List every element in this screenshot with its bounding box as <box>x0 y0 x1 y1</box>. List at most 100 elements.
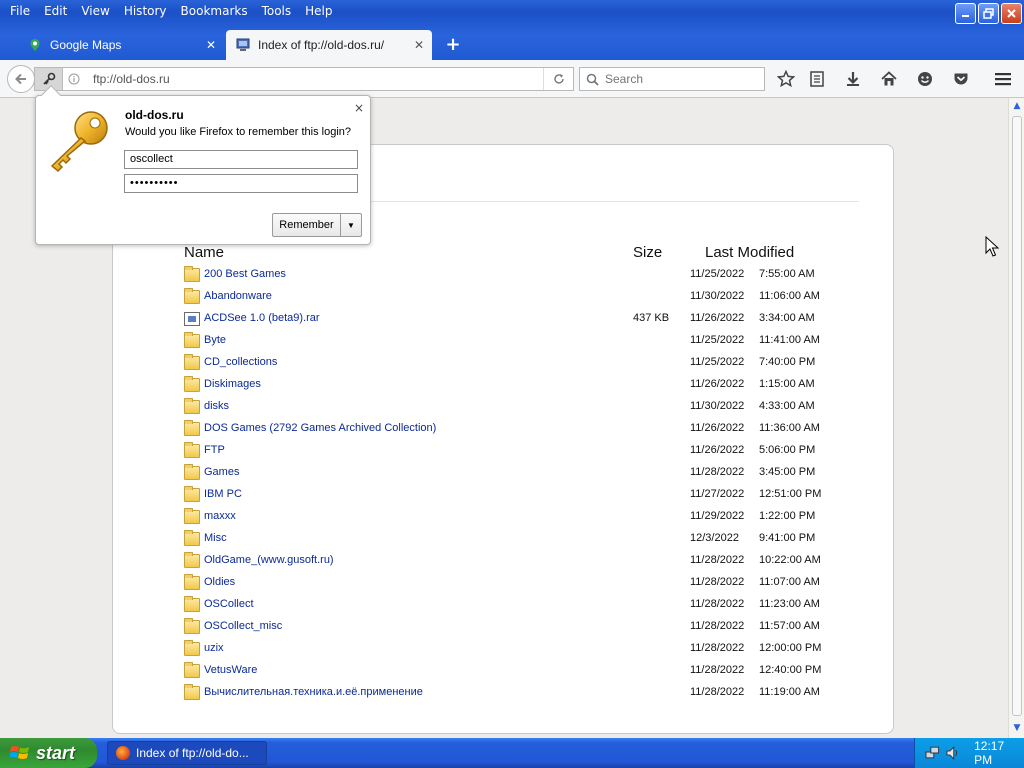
modified-time: 11:41:00 AM <box>759 334 820 346</box>
site-info-icon[interactable] <box>63 68 85 90</box>
scrollbar-thumb[interactable] <box>1012 116 1022 716</box>
modified-time: 12:00:00 PM <box>759 642 822 654</box>
remember-button[interactable]: Remember ▼ <box>272 213 362 237</box>
table-row[interactable]: OldGame_(www.gusoft.ru) 11/28/2022 10:22:0… <box>184 550 834 572</box>
close-window-button[interactable] <box>1001 3 1022 24</box>
tab-label: Google Maps <box>50 38 122 52</box>
file-name-link[interactable]: Byte <box>204 334 226 346</box>
file-name-link[interactable]: IBM PC <box>204 488 242 500</box>
table-row[interactable]: VetusWare 11/28/2022 12:40:00 PM <box>184 660 834 682</box>
search-input[interactable] <box>605 72 755 86</box>
remember-dropdown-icon[interactable]: ▼ <box>341 214 361 236</box>
hello-icon[interactable] <box>915 69 935 89</box>
pocket-icon[interactable] <box>951 69 971 89</box>
search-box[interactable] <box>579 67 765 91</box>
file-name-link[interactable]: DOS Games (2792 Games Archived Collectio… <box>204 422 436 434</box>
modified-time: 11:36:00 AM <box>759 422 820 434</box>
tab-google-maps[interactable]: Google Maps ✕ <box>18 30 224 60</box>
file-name-link[interactable]: Games <box>204 466 239 478</box>
file-name-link[interactable]: OldGame_(www.gusoft.ru) <box>204 554 334 566</box>
file-name-link[interactable]: Diskimages <box>204 378 261 390</box>
file-name-link[interactable]: OSCollect <box>204 598 254 610</box>
tab-ftp-index[interactable]: Index of ftp://old-dos.ru/ ✕ <box>226 30 432 60</box>
username-field[interactable]: oscollect <box>124 150 358 169</box>
taskbar-item-firefox[interactable]: Index of ftp://old-do... <box>107 741 267 765</box>
password-field[interactable]: •••••••••• <box>124 174 358 193</box>
table-row[interactable]: CD_collections 11/25/2022 7:40:00 PM <box>184 352 834 374</box>
column-header-modified[interactable]: Last Modified <box>705 244 794 261</box>
column-header-name[interactable]: Name <box>184 244 224 261</box>
restore-button[interactable] <box>978 3 999 24</box>
reload-button[interactable] <box>543 68 573 90</box>
table-row[interactable]: Вычислительная.техника.и.её.применение 11… <box>184 682 834 704</box>
table-row[interactable]: Abandonware 11/30/2022 11:06:00 AM <box>184 286 834 308</box>
volume-icon[interactable] <box>945 745 961 761</box>
folder-icon <box>184 574 200 590</box>
menu-help[interactable]: Help <box>298 1 339 21</box>
vertical-scrollbar[interactable]: ▲ ▼ <box>1008 98 1024 738</box>
new-tab-button[interactable]: + <box>444 34 462 55</box>
table-row[interactable]: Games 11/28/2022 3:45:00 PM <box>184 462 834 484</box>
back-button[interactable] <box>7 65 35 93</box>
url-text[interactable]: ftp://old-dos.ru <box>85 72 543 86</box>
start-label[interactable]: start <box>36 743 75 764</box>
file-name-link[interactable]: disks <box>204 400 229 412</box>
table-row[interactable]: DOS Games (2792 Games Archived Collectio… <box>184 418 834 440</box>
folder-icon <box>184 618 200 634</box>
table-row[interactable]: FTP 11/26/2022 5:06:00 PM <box>184 440 834 462</box>
url-bar[interactable]: ftp://old-dos.ru <box>34 67 574 91</box>
file-name-link[interactable]: Вычислительная.техника.и.её.применение <box>204 686 423 698</box>
table-row[interactable]: Byte 11/25/2022 11:41:00 AM <box>184 330 834 352</box>
menu-history[interactable]: History <box>117 1 174 21</box>
menu-file[interactable]: File <box>3 1 37 21</box>
scroll-up-icon[interactable]: ▲ <box>1011 101 1023 113</box>
modified-time: 10:22:00 AM <box>759 554 821 566</box>
file-name-link[interactable]: CD_collections <box>204 356 277 368</box>
menu-tools[interactable]: Tools <box>255 1 299 21</box>
menu-view[interactable]: View <box>74 1 116 21</box>
menu-edit[interactable]: Edit <box>37 1 74 21</box>
remember-label[interactable]: Remember <box>273 214 341 236</box>
tab-close-icon[interactable]: ✕ <box>414 38 424 52</box>
start-button[interactable]: start <box>0 738 97 768</box>
menu-bookmarks[interactable]: Bookmarks <box>174 1 255 21</box>
file-name-link[interactable]: maxxx <box>204 510 236 522</box>
scroll-down-icon[interactable]: ▼ <box>1011 723 1023 735</box>
modified-time: 7:55:00 AM <box>759 268 815 280</box>
file-name-link[interactable]: Oldies <box>204 576 235 588</box>
table-row[interactable]: OSCollect_misc 11/28/2022 11:57:00 AM <box>184 616 834 638</box>
popup-question: Would you like Firefox to remember this … <box>125 126 352 138</box>
table-row[interactable]: ACDSee 1.0 (beta9).rar 437 KB 11/26/2022 3:… <box>184 308 834 330</box>
table-row[interactable]: OSCollect 11/28/2022 11:23:00 AM <box>184 594 834 616</box>
tab-strip: Google Maps ✕ Index of ftp://old-dos.ru/… <box>0 28 1024 60</box>
network-icon[interactable] <box>925 745 941 761</box>
file-name-link[interactable]: FTP <box>204 444 225 456</box>
modified-time: 11:23:00 AM <box>759 598 820 610</box>
downloads-icon[interactable] <box>843 69 863 89</box>
file-name-link[interactable]: OSCollect_misc <box>204 620 282 632</box>
home-icon[interactable] <box>879 69 899 89</box>
file-name-link[interactable]: Misc <box>204 532 227 544</box>
file-name-link[interactable]: ACDSee 1.0 (beta9).rar <box>204 312 320 324</box>
table-row[interactable]: disks 11/30/2022 4:33:00 AM <box>184 396 834 418</box>
hamburger-menu-icon[interactable] <box>993 69 1013 89</box>
table-row[interactable]: maxxx 11/29/2022 1:22:00 PM <box>184 506 834 528</box>
table-row[interactable]: 200 Best Games 11/25/2022 7:55:00 AM <box>184 264 834 286</box>
column-header-size[interactable]: Size <box>633 244 662 261</box>
reading-list-icon[interactable] <box>807 69 827 89</box>
table-row[interactable]: uzix 11/28/2022 12:00:00 PM <box>184 638 834 660</box>
file-name-link[interactable]: VetusWare <box>204 664 257 676</box>
popup-close-icon[interactable]: × <box>354 101 364 115</box>
file-name-link[interactable]: 200 Best Games <box>204 268 286 280</box>
file-name-link[interactable]: uzix <box>204 642 224 654</box>
table-row[interactable]: Misc 12/3/2022 9:41:00 PM <box>184 528 834 550</box>
minimize-button[interactable] <box>955 3 976 24</box>
table-row[interactable]: IBM PC 11/27/2022 12:51:00 PM <box>184 484 834 506</box>
tab-close-icon[interactable]: ✕ <box>206 38 216 52</box>
back-arrow-icon <box>15 73 26 85</box>
modified-date: 11/26/2022 <box>690 378 745 390</box>
table-row[interactable]: Diskimages 11/26/2022 1:15:00 AM <box>184 374 834 396</box>
file-name-link[interactable]: Abandonware <box>204 290 272 302</box>
table-row[interactable]: Oldies 11/28/2022 11:07:00 AM <box>184 572 834 594</box>
bookmark-star-icon[interactable] <box>776 69 796 89</box>
